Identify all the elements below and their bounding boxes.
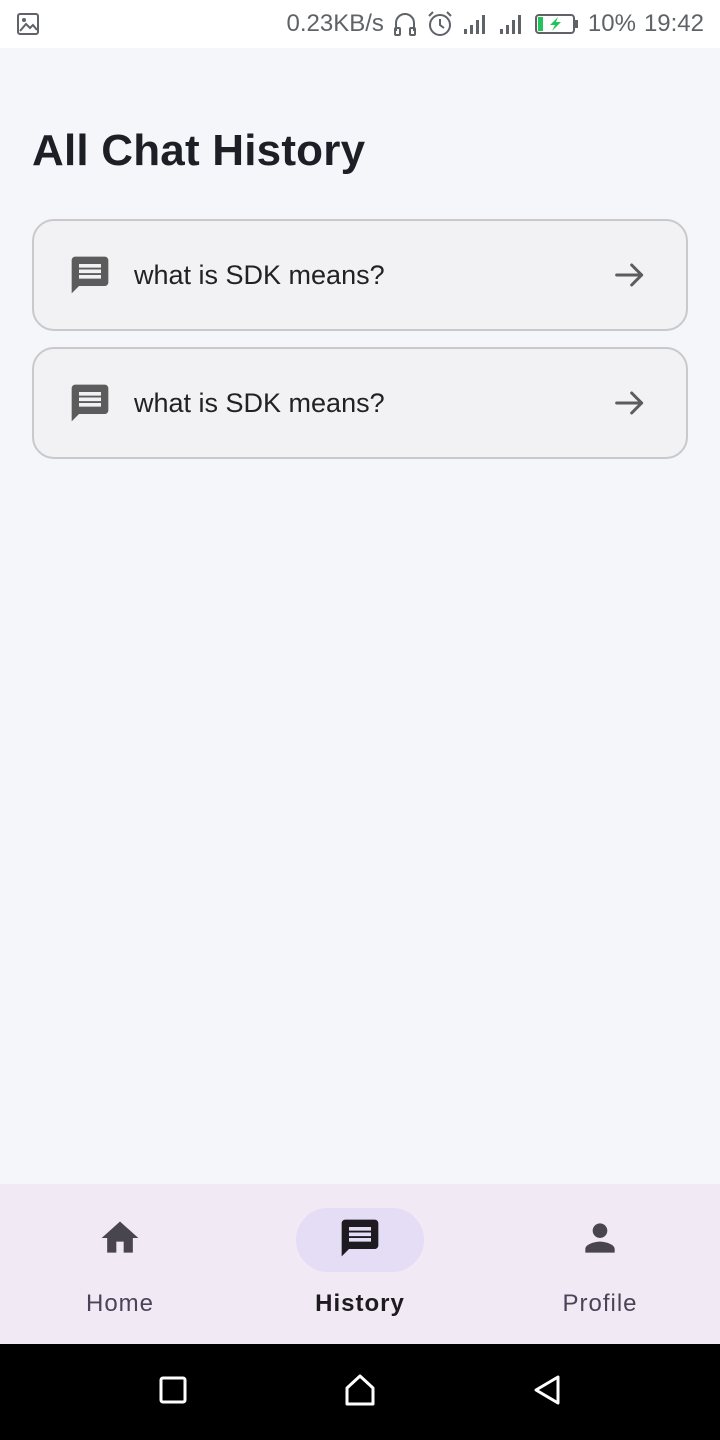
headphones-icon xyxy=(392,11,418,37)
clock: 19:42 xyxy=(643,10,704,37)
history-list: what is SDK means? what is SDK means? xyxy=(32,219,688,475)
home-button[interactable] xyxy=(328,1360,392,1424)
history-item[interactable]: what is SDK means? xyxy=(32,219,688,331)
status-bar: 0.23KB/s 10% 19:42 xyxy=(0,0,720,48)
signal-icon-2 xyxy=(498,12,526,36)
nav-item-history[interactable]: History xyxy=(240,1184,480,1344)
battery-percent: 10% xyxy=(587,10,636,37)
nav-pill-home xyxy=(56,1208,184,1272)
network-speed: 0.23KB/s xyxy=(286,10,384,37)
signal-icon xyxy=(462,12,490,36)
main-content: All Chat History what is SDK means? what… xyxy=(0,48,720,1184)
alarm-icon xyxy=(426,10,454,38)
recents-button[interactable] xyxy=(141,1360,205,1424)
image-icon xyxy=(16,12,40,36)
history-item[interactable]: what is SDK means? xyxy=(32,347,688,459)
system-nav-bar xyxy=(0,1344,720,1440)
person-icon xyxy=(578,1216,622,1265)
back-triangle-icon xyxy=(530,1373,564,1412)
arrow-right-icon[interactable] xyxy=(610,255,650,295)
page-title: All Chat History xyxy=(32,126,366,175)
back-button[interactable] xyxy=(515,1360,579,1424)
home-icon xyxy=(98,1216,142,1265)
history-item-text: what is SDK means? xyxy=(134,387,385,418)
chat-icon xyxy=(68,381,112,425)
nav-item-home[interactable]: Home xyxy=(0,1184,240,1344)
nav-pill-history xyxy=(296,1208,424,1272)
bottom-nav: Home History Profile xyxy=(0,1184,720,1344)
chat-icon xyxy=(68,253,112,297)
nav-label-home: Home xyxy=(85,1290,155,1317)
status-left xyxy=(16,12,40,36)
history-item-text: what is SDK means? xyxy=(134,259,385,290)
arrow-right-icon[interactable] xyxy=(610,383,650,423)
nav-label-history: History xyxy=(315,1290,405,1317)
nav-pill-profile xyxy=(536,1208,664,1272)
battery-charging-icon xyxy=(534,12,580,36)
status-right: 0.23KB/s 10% 19:42 xyxy=(286,10,704,38)
home-outline-icon xyxy=(342,1372,378,1413)
chat-icon xyxy=(338,1216,382,1265)
nav-label-profile: Profile xyxy=(562,1290,638,1317)
nav-item-profile[interactable]: Profile xyxy=(480,1184,720,1344)
square-icon xyxy=(157,1374,189,1411)
